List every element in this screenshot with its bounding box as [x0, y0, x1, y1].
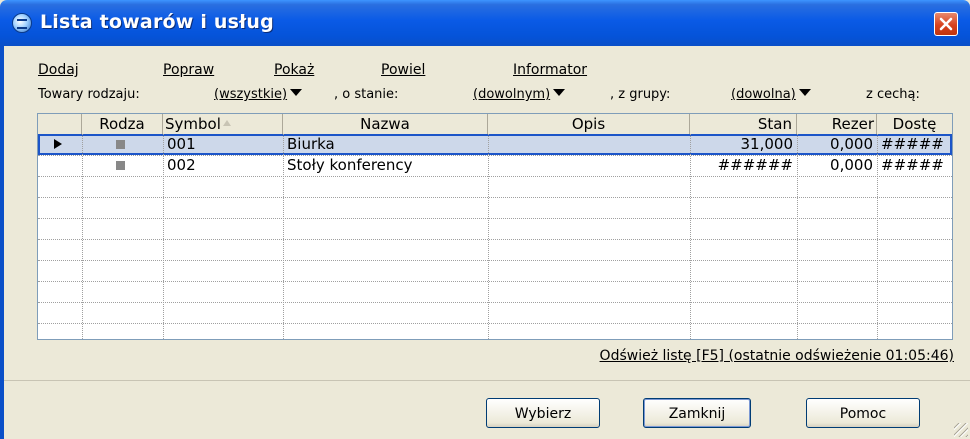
grid-line	[488, 134, 489, 339]
column-label: Opis	[571, 115, 606, 133]
dialog-window: Lista towarów i usług Dodaj Popraw Pokaż…	[0, 0, 970, 439]
column-label: Symbol	[165, 115, 221, 133]
column-label: Rezer	[831, 115, 874, 133]
state-filter-dropdown[interactable]: (dowolnym)	[473, 87, 566, 102]
grid-line	[38, 260, 952, 261]
table-header: Rodza Symbol Nazwa Opis Stan Rezer Dostę	[38, 114, 952, 135]
grid-line	[283, 134, 284, 339]
column-header-description[interactable]: Opis	[488, 114, 690, 134]
chevron-down-icon	[290, 89, 303, 96]
column-header-stock[interactable]: Stan	[690, 114, 797, 134]
state-filter-label: , o stanie:	[334, 87, 399, 102]
add-link[interactable]: Dodaj	[38, 62, 79, 78]
column-header-reserved[interactable]: Rezer	[797, 114, 877, 134]
group-filter-label: , z grupy:	[610, 87, 671, 102]
item-type-icon	[116, 161, 125, 170]
divider	[4, 380, 970, 381]
title-bar[interactable]: Lista towarów i usług	[0, 0, 970, 46]
close-button[interactable]: Zamknij	[643, 398, 751, 428]
table-row[interactable]: 002 Stoły konferency ###### 0,000 #####	[38, 155, 952, 176]
cell-reserved: 0,000	[830, 156, 873, 174]
type-filter-dropdown[interactable]: (wszystkie)	[214, 87, 303, 102]
cell-name: Stoły konferency	[287, 156, 413, 174]
column-label: Stan	[757, 115, 792, 133]
show-link[interactable]: Pokaż	[274, 62, 314, 78]
grid-line	[38, 323, 952, 324]
cell-available: #####	[881, 156, 944, 174]
edit-link[interactable]: Popraw	[163, 62, 214, 78]
group-filter-value: (dowolna)	[731, 87, 796, 102]
items-table[interactable]: Rodza Symbol Nazwa Opis Stan Rezer Dostę…	[37, 113, 953, 340]
column-header-symbol[interactable]: Symbol	[163, 114, 283, 134]
close-window-button[interactable]	[934, 12, 958, 36]
cell-description	[488, 155, 690, 176]
grid-line	[38, 281, 952, 282]
current-row-arrow-icon	[54, 139, 62, 149]
state-filter-value: (dowolnym)	[473, 87, 551, 102]
grid-line	[690, 134, 691, 339]
cell-available: #####	[881, 135, 944, 153]
select-button[interactable]: Wybierz	[486, 398, 600, 428]
column-header-name[interactable]: Nazwa	[283, 114, 488, 134]
help-button[interactable]: Pomoc	[806, 398, 920, 428]
type-filter-value: (wszystkie)	[214, 87, 288, 102]
close-icon	[939, 17, 953, 31]
cell-symbol: 002	[167, 156, 196, 174]
info-link[interactable]: Informator	[513, 62, 587, 78]
column-label: Rodza	[99, 115, 145, 133]
grid-line	[163, 134, 164, 339]
column-label: Nazwa	[360, 115, 410, 133]
cell-description	[488, 134, 690, 155]
column-header-available[interactable]: Dostę	[877, 114, 952, 134]
feature-filter-label: z cechą:	[866, 87, 920, 102]
group-filter-dropdown[interactable]: (dowolna)	[731, 87, 811, 102]
column-header-type[interactable]: Rodza	[82, 114, 163, 134]
cell-reserved: 0,000	[830, 135, 873, 153]
window-title: Lista towarów i usług	[40, 11, 274, 33]
grid-line	[38, 302, 952, 303]
chevron-down-icon	[553, 89, 566, 96]
item-type-icon	[116, 140, 125, 149]
duplicate-link[interactable]: Powiel	[381, 62, 425, 78]
cell-stock: ######	[717, 156, 793, 174]
grid-line	[797, 134, 798, 339]
cell-symbol: 001	[167, 135, 196, 153]
grid-line	[38, 176, 952, 177]
chevron-down-icon	[798, 89, 811, 96]
sort-ascending-icon	[222, 120, 231, 126]
grid-line	[38, 239, 952, 240]
grid-line	[38, 197, 952, 198]
table-row[interactable]: 001 Biurka 31,000 0,000 #####	[38, 134, 952, 155]
column-label: Dostę	[892, 115, 937, 133]
cell-name: Biurka	[287, 135, 335, 153]
grid-line	[82, 134, 83, 339]
app-icon	[12, 13, 32, 33]
grid-line	[38, 218, 952, 219]
cell-stock: 31,000	[740, 135, 794, 153]
resize-grip-icon[interactable]	[954, 423, 968, 437]
row-selector-header	[38, 114, 82, 134]
grid-line	[38, 155, 952, 156]
grid-line	[877, 134, 878, 339]
type-filter-label: Towary rodzaju:	[38, 87, 140, 102]
refresh-list-link[interactable]: Odśwież listę [F5] (ostatnie odświeżenie…	[600, 348, 954, 364]
